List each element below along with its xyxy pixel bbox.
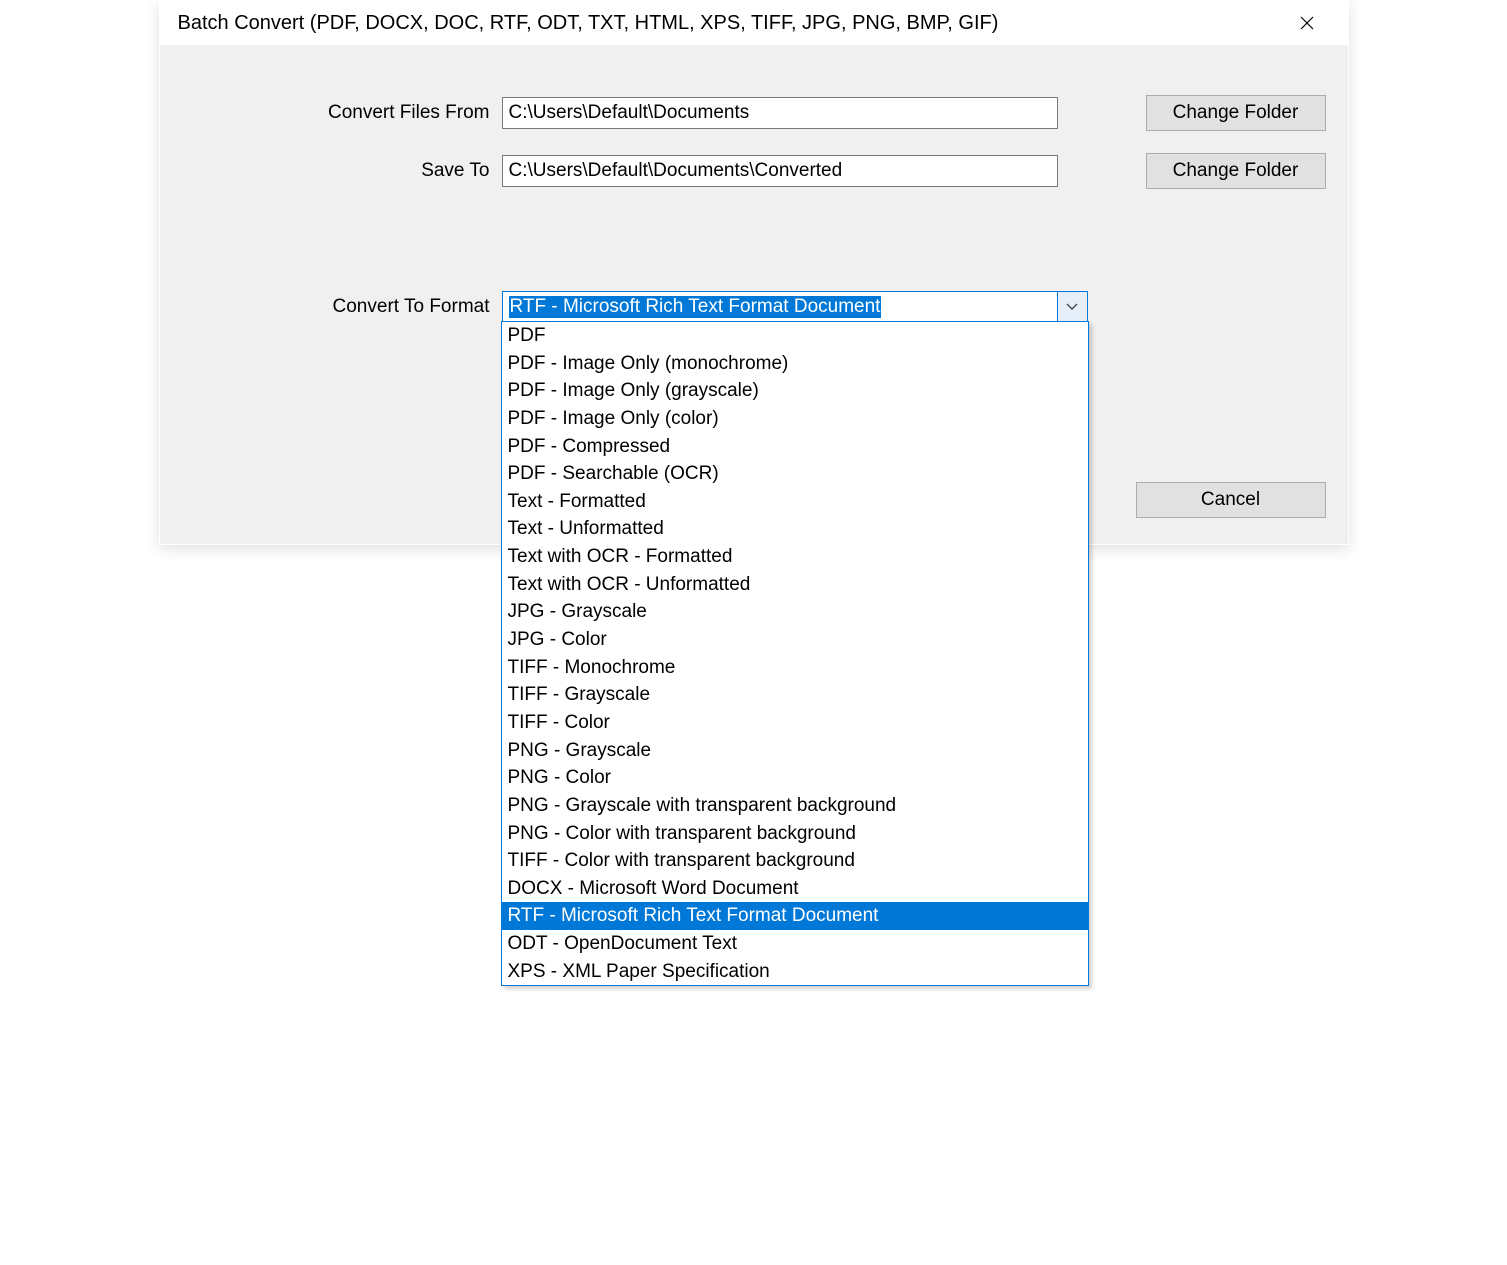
format-option[interactable]: JPG - Color: [502, 626, 1088, 654]
format-option[interactable]: Text with OCR - Formatted: [502, 543, 1088, 571]
format-option[interactable]: TIFF - Grayscale: [502, 681, 1088, 709]
change-folder-to-button[interactable]: Change Folder: [1146, 153, 1326, 189]
format-combo-box[interactable]: RTF - Microsoft Rich Text Format Documen…: [502, 291, 1088, 322]
format-option[interactable]: PNG - Grayscale with transparent backgro…: [502, 792, 1088, 820]
format-option[interactable]: XPS - XML Paper Specification: [502, 958, 1088, 986]
titlebar: Batch Convert (PDF, DOCX, DOC, RTF, ODT,…: [160, 1, 1348, 45]
cancel-button[interactable]: Cancel: [1136, 482, 1326, 518]
format-option[interactable]: PNG - Color with transparent background: [502, 820, 1088, 848]
format-combo-selected: RTF - Microsoft Rich Text Format Documen…: [503, 292, 1057, 321]
format-option[interactable]: ODT - OpenDocument Text: [502, 930, 1088, 958]
dialog-title: Batch Convert (PDF, DOCX, DOC, RTF, ODT,…: [178, 12, 999, 35]
format-option[interactable]: PNG - Grayscale: [502, 737, 1088, 765]
format-option[interactable]: PDF - Image Only (grayscale): [502, 377, 1088, 405]
close-button[interactable]: [1284, 3, 1330, 43]
format-combo-list[interactable]: PDFPDF - Image Only (monochrome)PDF - Im…: [501, 321, 1089, 986]
format-option[interactable]: Text - Formatted: [502, 488, 1088, 516]
format-combo-arrow[interactable]: [1057, 292, 1087, 321]
label-save-to: Save To: [182, 160, 502, 182]
format-option[interactable]: TIFF - Monochrome: [502, 654, 1088, 682]
close-icon: [1300, 16, 1314, 30]
format-combo-selected-text: RTF - Microsoft Rich Text Format Documen…: [509, 296, 882, 318]
format-option[interactable]: TIFF - Color: [502, 709, 1088, 737]
format-option[interactable]: JPG - Grayscale: [502, 598, 1088, 626]
format-option[interactable]: DOCX - Microsoft Word Document: [502, 875, 1088, 903]
format-option[interactable]: PDF - Compressed: [502, 433, 1088, 461]
format-combo[interactable]: RTF - Microsoft Rich Text Format Documen…: [502, 291, 1088, 322]
convert-from-input[interactable]: [502, 97, 1058, 129]
format-option[interactable]: PDF - Image Only (monochrome): [502, 350, 1088, 378]
format-option[interactable]: PDF - Searchable (OCR): [502, 460, 1088, 488]
save-to-input[interactable]: [502, 155, 1058, 187]
label-format: Convert To Format: [182, 296, 502, 318]
format-option[interactable]: PDF - Image Only (color): [502, 405, 1088, 433]
chevron-down-icon: [1066, 303, 1078, 311]
format-option[interactable]: PDF: [502, 322, 1088, 350]
dialog-body: Convert Files From Change Folder Save To…: [160, 45, 1348, 544]
label-convert-from: Convert Files From: [182, 102, 502, 124]
row-format: Convert To Format RTF - Microsoft Rich T…: [182, 291, 1326, 322]
row-convert-from: Convert Files From Change Folder: [182, 95, 1326, 131]
format-option[interactable]: RTF - Microsoft Rich Text Format Documen…: [502, 902, 1088, 930]
change-folder-from-button[interactable]: Change Folder: [1146, 95, 1326, 131]
format-option[interactable]: TIFF - Color with transparent background: [502, 847, 1088, 875]
batch-convert-dialog: Batch Convert (PDF, DOCX, DOC, RTF, ODT,…: [159, 0, 1349, 545]
row-save-to: Save To Change Folder: [182, 153, 1326, 189]
format-option[interactable]: Text - Unformatted: [502, 515, 1088, 543]
format-option[interactable]: PNG - Color: [502, 764, 1088, 792]
format-option[interactable]: Text with OCR - Unformatted: [502, 571, 1088, 599]
